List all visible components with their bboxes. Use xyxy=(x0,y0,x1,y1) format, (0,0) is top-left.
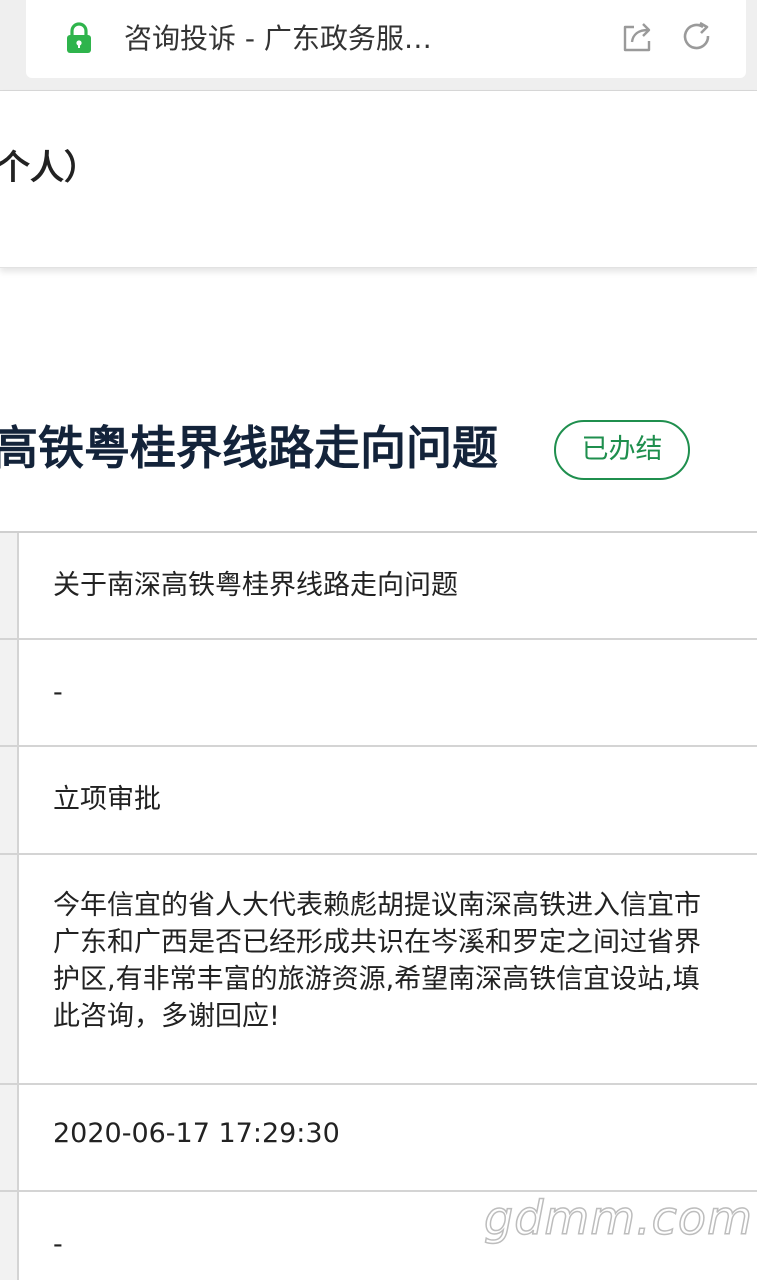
table-row: 关于南深高铁粤桂界线路走向问题 xyxy=(0,533,757,640)
label-cell xyxy=(0,1085,19,1190)
content-line: 护区,有非常丰富的旅游资源,希望南深高铁信宜设站,填 xyxy=(53,964,700,995)
share-icon[interactable] xyxy=(620,20,654,54)
category-value: 立项审批 xyxy=(53,784,161,815)
browser-toolbar: 咨询投诉 - 广东政务服… xyxy=(0,0,757,91)
page: 咨询投诉 - 广东政务服… 个人） 高铁粤桂界线路走向问题 已办结 关于南深高铁… xyxy=(0,0,757,1280)
lock-icon xyxy=(67,22,91,53)
label-cell xyxy=(0,855,19,1083)
page-title: 高铁粤桂界线路走向问题 xyxy=(0,421,498,475)
subject-value: 关于南深高铁粤桂界线路走向问题 xyxy=(53,570,458,601)
content-value: 今年信宜的省人大代表赖彪胡提议南深高铁进入信宜市 广东和广西是否已经形成共识在岑… xyxy=(53,887,757,1035)
table-row: 2020-06-17 17:29:30 xyxy=(0,1085,757,1192)
reload-icon[interactable] xyxy=(680,20,714,54)
status-badge: 已办结 xyxy=(554,420,690,480)
label-cell xyxy=(0,640,19,745)
field-value: - xyxy=(53,677,63,708)
content-line: 此咨询，多谢回应! xyxy=(53,1001,280,1032)
content-line: 今年信宜的省人大代表赖彪胡提议南深高铁进入信宜市 xyxy=(53,890,701,921)
table-row: - xyxy=(0,640,757,747)
content-line: 广东和广西是否已经形成共识在岑溪和罗定之间过省界 xyxy=(53,927,701,958)
address-bar[interactable]: 咨询投诉 - 广东政务服… xyxy=(26,0,746,78)
table-row: 立项审批 xyxy=(0,747,757,855)
table-row: 今年信宜的省人大代表赖彪胡提议南深高铁进入信宜市 广东和广西是否已经形成共识在岑… xyxy=(0,855,757,1085)
header-title: 个人） xyxy=(0,148,98,188)
label-cell xyxy=(0,1192,19,1280)
page-tab-title: 咨询投诉 - 广东政务服… xyxy=(124,22,432,55)
submit-time-value: 2020-06-17 17:29:30 xyxy=(53,1118,340,1149)
watermark: gdmm.com xyxy=(483,1190,753,1246)
detail-table: 关于南深高铁粤桂界线路走向问题 - 立项审批 今年信宜的省人大代表赖彪胡提议南深… xyxy=(0,531,757,1280)
label-cell xyxy=(0,533,19,638)
site-header: 个人） xyxy=(0,91,757,268)
label-cell xyxy=(0,747,19,853)
